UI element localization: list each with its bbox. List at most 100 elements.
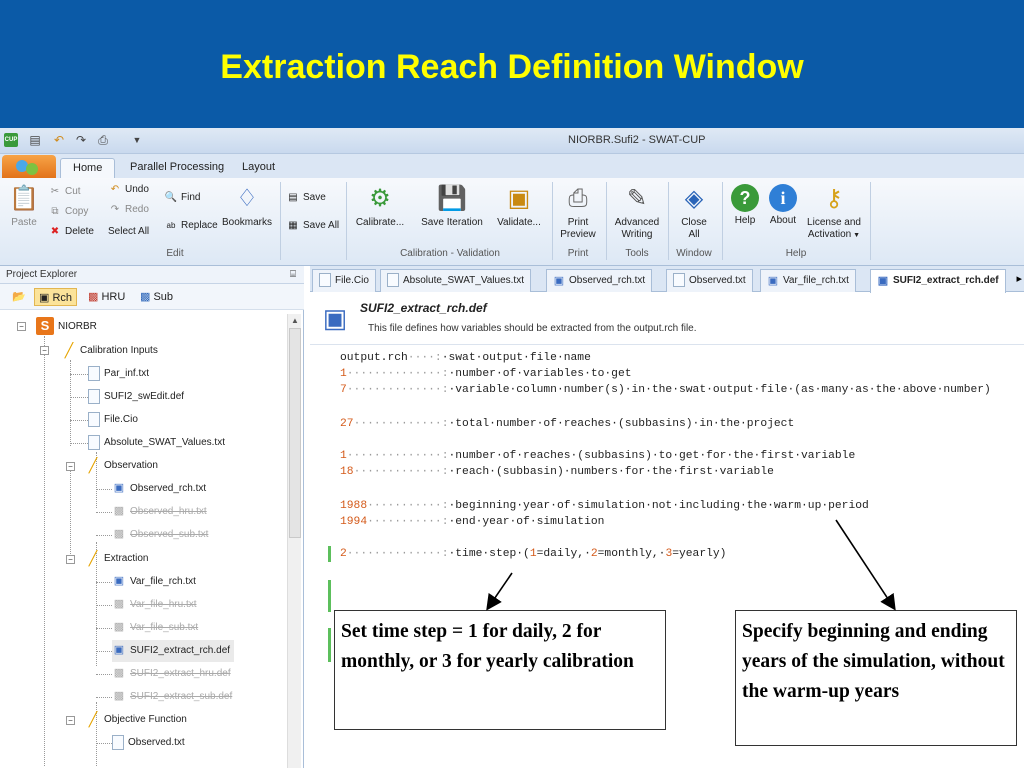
copy-button[interactable]: ⧉ Copy <box>48 204 88 220</box>
tree-node-observed-txt[interactable]: Observed.txt <box>112 732 185 754</box>
tree-node-var-file-hru[interactable]: ▩ Var_file_hru.txt <box>112 594 197 616</box>
tree-node-extract-hru[interactable]: ▩ SUFI2_extract_hru.def <box>112 663 231 685</box>
license-activation-button[interactable]: ⚷ License and Activation ▼ <box>804 184 864 242</box>
scroll-up-icon[interactable]: ▲ <box>288 314 302 328</box>
tab-var-file-rch[interactable]: ▣ Var_file_rch.txt <box>760 269 856 292</box>
redo-icon[interactable]: ↷ <box>74 133 88 147</box>
code-value: output.rch <box>340 352 408 364</box>
save-button[interactable]: ▤ Save <box>286 190 326 206</box>
tab-parallel-processing[interactable]: Parallel Processing <box>118 158 236 178</box>
collapse-toggle[interactable]: − <box>17 322 26 331</box>
tree-node-observation[interactable]: ╱ Observation <box>86 455 158 477</box>
tree-node-label: Observed_sub.txt <box>130 529 209 540</box>
tree-node-root[interactable]: S NIORBR <box>36 316 97 338</box>
hru-label: HRU <box>101 291 126 303</box>
tree-node-objective-function[interactable]: ╱ Objective Function <box>86 709 187 731</box>
collapse-toggle[interactable]: − <box>66 555 75 564</box>
tree-node-extraction[interactable]: ╱ Extraction <box>86 548 149 570</box>
file-header-description: This file defines how variables should b… <box>368 323 697 334</box>
collapse-toggle[interactable]: − <box>66 716 75 725</box>
code-line: 7··············:·variable·column·number(… <box>340 382 991 398</box>
tree-node-calibration-inputs[interactable]: ╱ Calibration Inputs <box>62 340 158 362</box>
save-icon[interactable]: ▤ <box>28 133 42 147</box>
tree-node-par-inf[interactable]: Par_inf.txt <box>88 363 149 385</box>
tree-node-file-cio[interactable]: File.Cio <box>88 409 138 431</box>
validate-button[interactable]: ▣ Validate... <box>494 184 544 229</box>
about-button[interactable]: i About <box>766 184 800 227</box>
help-group-label: Help <box>785 248 807 259</box>
printer-icon: ⎙ <box>568 185 588 212</box>
rch-button[interactable]: ▣ Rch <box>34 288 78 306</box>
tree-line <box>70 360 71 446</box>
code-comment: ·time·step·( <box>448 548 530 560</box>
save-iteration-button[interactable]: 💾 Save Iteration <box>414 184 490 229</box>
tab-scroll-right-icon[interactable]: ▸ <box>1016 272 1022 285</box>
license-label-2: Activation <box>807 229 852 240</box>
replace-button[interactable]: ab Replace <box>164 218 218 234</box>
cut-button[interactable]: ✂ Cut <box>48 184 81 200</box>
open-folder-icon[interactable]: 📂 <box>8 288 30 306</box>
print-preview-button[interactable]: ⎙ Print Preview <box>556 184 600 241</box>
tab-layout[interactable]: Layout <box>230 158 287 178</box>
ribbon-separator <box>280 182 281 260</box>
application-menu-button[interactable] <box>2 155 56 178</box>
delete-button[interactable]: ✖ Delete <box>48 224 94 240</box>
save-all-button[interactable]: ▦ Save All <box>286 218 339 234</box>
file-header: ▣ SUFI2_extract_rch.def This file define… <box>310 293 1024 345</box>
tab-file-cio[interactable]: File.Cio <box>312 269 376 292</box>
paste-button[interactable]: 📋 Paste <box>8 184 40 229</box>
sub-file-icon: ▩ <box>113 621 125 634</box>
collapse-toggle[interactable]: − <box>40 346 49 355</box>
tree-node-label: SUFI2_swEdit.def <box>104 391 185 402</box>
tab-absolute-swat-values[interactable]: Absolute_SWAT_Values.txt <box>380 269 531 292</box>
print-icon[interactable]: ⎙ <box>96 133 110 147</box>
tree-node-label: Objective Function <box>104 714 187 725</box>
tab-observed-rch[interactable]: ▣ Observed_rch.txt <box>546 269 653 292</box>
explorer-scrollbar[interactable]: ▲ <box>287 314 301 768</box>
tree-node-label: Par_inf.txt <box>104 368 150 379</box>
key-icon: ⚷ <box>825 185 843 212</box>
tree-node-observed-hru[interactable]: ▩ Observed_hru.txt <box>112 501 207 523</box>
tree-node-absolute-swat-values[interactable]: Absolute_SWAT_Values.txt <box>88 432 225 454</box>
tree-node-var-file-rch[interactable]: ▣ Var_file_rch.txt <box>112 571 196 593</box>
tab-sufi2-extract-rch[interactable]: ▣ SUFI2_extract_rch.def <box>870 269 1006 293</box>
undo-icon[interactable]: ↶ <box>52 133 66 147</box>
tree-node-extract-sub[interactable]: ▩ SUFI2_extract_sub.def <box>112 686 232 708</box>
calibrate-button[interactable]: ⚙ Calibrate... <box>352 184 408 229</box>
tree-node-label: Extraction <box>104 553 149 564</box>
customize-icon[interactable]: ▼ <box>130 133 144 147</box>
tree-node-extract-rch[interactable]: ▣ SUFI2_extract_rch.def <box>112 640 235 662</box>
scroll-thumb[interactable] <box>289 328 301 538</box>
app-logo-icon: CUP <box>4 133 18 147</box>
tree-line <box>70 443 88 444</box>
hru-button[interactable]: ▩ HRU <box>84 288 129 306</box>
close-all-button[interactable]: ◈ Close All <box>672 184 716 241</box>
tab-home[interactable]: Home <box>60 158 116 178</box>
tree-node-observed-sub[interactable]: ▩ Observed_sub.txt <box>112 524 209 546</box>
tree-node-swedit[interactable]: SUFI2_swEdit.def <box>88 386 184 408</box>
binoculars-icon: 🔍 <box>164 192 178 203</box>
print-preview-label-1: Print <box>567 217 589 228</box>
ribbon-separator <box>346 182 347 260</box>
sub-button[interactable]: ▩ Sub <box>136 288 177 306</box>
project-explorer-title: Project Explorer <box>6 269 78 280</box>
help-button[interactable]: ? Help <box>728 184 762 227</box>
advanced-writing-button[interactable]: ✎ Advanced Writing <box>610 184 664 241</box>
rch-file-icon: ▣ <box>113 644 125 657</box>
undo-button[interactable]: ↶ Undo <box>108 182 149 198</box>
code-option-value: 2 <box>590 548 598 560</box>
change-marker <box>328 546 331 562</box>
tree-node-label: Observation <box>104 460 158 471</box>
tab-observed[interactable]: Observed.txt <box>666 269 753 292</box>
print-group-label: Print <box>567 248 589 259</box>
collapse-toggle[interactable]: − <box>66 462 75 471</box>
bookmarks-button[interactable]: ♢ Bookmarks <box>222 184 272 229</box>
select-all-button[interactable]: Select All <box>108 224 149 240</box>
tree-node-observed-rch[interactable]: ▣ Observed_rch.txt <box>112 478 206 500</box>
code-option-value: 1 <box>529 548 537 560</box>
tree-node-var-file-sub[interactable]: ▩ Var_file_sub.txt <box>112 617 198 639</box>
find-button[interactable]: 🔍 Find <box>164 190 201 206</box>
redo-button[interactable]: ↷ Redo <box>108 202 149 218</box>
tree-node-label: File.Cio <box>104 414 138 425</box>
pin-icon[interactable]: ⌸ <box>290 266 296 284</box>
